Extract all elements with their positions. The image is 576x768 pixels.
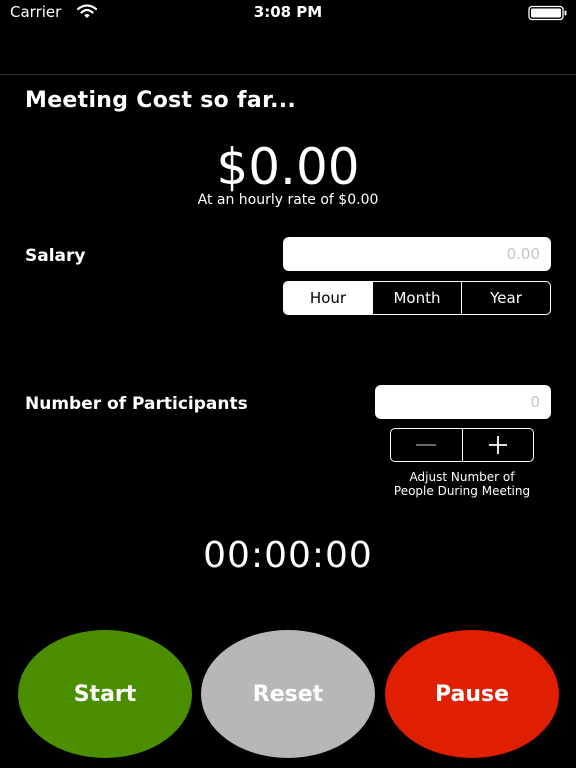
participants-stepper: [390, 428, 534, 462]
navbar-divider: [0, 74, 576, 75]
reset-button[interactable]: Reset: [201, 630, 375, 758]
salary-period-segmented-control: Hour Month Year: [283, 281, 551, 315]
salary-input[interactable]: 0.00: [283, 237, 551, 271]
plus-icon: [488, 436, 507, 454]
segment-year[interactable]: Year: [461, 282, 550, 314]
start-button-label: Start: [73, 681, 137, 707]
segment-month[interactable]: Month: [372, 282, 461, 314]
hourly-rate-text: At an hourly rate of $0.00: [197, 192, 379, 208]
salary-input-placeholder: 0.00: [506, 245, 540, 263]
participants-label: Number of Participants: [25, 394, 248, 414]
adjust-note-line-1: Adjust Number of: [409, 470, 515, 484]
participants-input-placeholder: 0: [530, 393, 540, 411]
start-button[interactable]: Start: [18, 630, 192, 758]
battery-icon: [528, 5, 567, 21]
segment-hour[interactable]: Hour: [284, 282, 372, 314]
meeting-cost-heading: Meeting Cost so far...: [25, 88, 297, 113]
participants-input[interactable]: 0: [375, 385, 551, 419]
meeting-cost-value: $0.00: [216, 138, 360, 196]
status-bar: Carrier 3:08 PM: [0, 0, 576, 24]
reset-button-label: Reset: [252, 681, 324, 707]
increment-button[interactable]: [461, 429, 534, 461]
adjust-participants-note: Adjust Number of People During Meeting: [372, 470, 552, 498]
adjust-note-line-2: People During Meeting: [393, 484, 531, 498]
pause-button[interactable]: Pause: [385, 630, 559, 758]
minus-icon: [416, 444, 437, 446]
status-time: 3:08 PM: [253, 3, 323, 21]
pause-button-label: Pause: [434, 681, 510, 707]
decrement-button[interactable]: [391, 429, 462, 461]
salary-label: Salary: [25, 246, 86, 266]
elapsed-timer: 00:00:00: [203, 535, 373, 576]
